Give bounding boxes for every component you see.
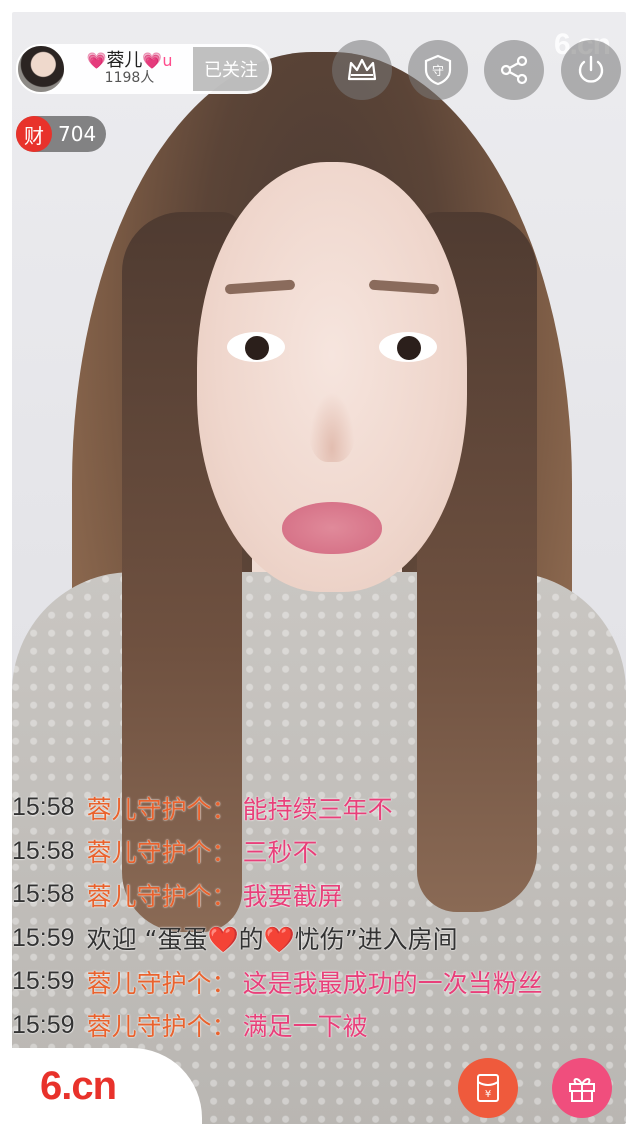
chat-username[interactable]: 蓉儿守护个 bbox=[87, 790, 212, 826]
host-avatar[interactable] bbox=[16, 44, 66, 94]
nose bbox=[309, 392, 355, 462]
heart-emoji: 💗 bbox=[86, 51, 107, 71]
right-eyebrow bbox=[368, 279, 440, 295]
guard-button[interactable]: 守 bbox=[408, 40, 468, 100]
host-info-pill[interactable]: 💗蓉儿💗u 1198人 已关注 bbox=[16, 44, 272, 94]
lips bbox=[282, 502, 382, 554]
chat-colon: ： bbox=[211, 794, 237, 824]
chat-message: 15:59 蓉儿守护个 ： 这是我最成功的一次当粉丝 bbox=[12, 960, 612, 1004]
chat-username[interactable]: 蓉儿守护个 bbox=[87, 964, 212, 1000]
chat-system-text: 欢迎 “蛋蛋❤️的❤️忧伤”进入房间 bbox=[86, 925, 458, 955]
crown-icon bbox=[347, 58, 377, 81]
host-name-suffix: 💗u bbox=[142, 51, 173, 71]
close-room-button[interactable] bbox=[561, 40, 621, 100]
red-packet-icon: ¥ bbox=[477, 1074, 499, 1102]
brand-logo: 6.cn bbox=[40, 1063, 117, 1108]
chat-text: 能持续三年不 bbox=[242, 794, 393, 824]
host-name: 💗蓉儿💗u bbox=[87, 51, 173, 71]
chat-time: 15:59 bbox=[12, 923, 75, 952]
chat-text: 我要截屏 bbox=[242, 881, 343, 911]
guard-shield-icon: 守 bbox=[424, 54, 452, 86]
right-eye bbox=[379, 332, 437, 362]
host-face bbox=[197, 162, 467, 592]
chat-username[interactable]: 蓉儿守护个 bbox=[87, 833, 212, 869]
chat-colon: ： bbox=[211, 881, 237, 911]
host-name-text: 蓉儿 bbox=[106, 50, 143, 72]
chat-time: 15:58 bbox=[12, 793, 75, 822]
host-fan-count: 1198人 bbox=[104, 70, 155, 87]
chat-message: 15:58 蓉儿守护个 ： 三秒不 bbox=[12, 830, 612, 874]
wealth-counter[interactable]: 财 704 bbox=[16, 116, 106, 152]
left-eyebrow bbox=[224, 279, 296, 295]
share-button[interactable] bbox=[484, 40, 544, 100]
red-packet-button[interactable]: ¥ bbox=[458, 1058, 518, 1118]
chat-system-message: 15:59 欢迎 “蛋蛋❤️的❤️忧伤”进入房间 bbox=[12, 917, 612, 961]
host-info: 💗蓉儿💗u 1198人 bbox=[66, 51, 193, 86]
chat-message: 15:59 蓉儿守护个 ： 满足一下被 bbox=[12, 1004, 612, 1048]
chat-colon: ： bbox=[211, 1012, 237, 1042]
share-icon bbox=[500, 55, 528, 85]
chat-colon: ： bbox=[211, 838, 237, 868]
follow-button[interactable]: 已关注 bbox=[193, 47, 269, 91]
power-icon bbox=[578, 55, 604, 83]
chat-time: 15:58 bbox=[12, 836, 75, 865]
crown-button[interactable] bbox=[332, 40, 392, 100]
wealth-badge: 财 bbox=[16, 116, 52, 152]
chat-time: 15:59 bbox=[12, 1010, 75, 1039]
chat-time: 15:58 bbox=[12, 880, 75, 909]
left-eye bbox=[227, 332, 285, 362]
gift-button[interactable] bbox=[552, 1058, 612, 1118]
red-packet-symbol: ¥ bbox=[485, 1089, 491, 1100]
chat-username[interactable]: 蓉儿守护个 bbox=[87, 877, 212, 913]
chat-text: 满足一下被 bbox=[242, 1012, 368, 1042]
chat-colon: ： bbox=[211, 968, 237, 998]
chat-list[interactable]: 15:58 蓉儿守护个 ： 能持续三年不 15:58 蓉儿守护个 ： 三秒不 1… bbox=[12, 786, 612, 1047]
chat-message: 15:58 蓉儿守护个 ： 能持续三年不 bbox=[12, 786, 612, 830]
wealth-count: 704 bbox=[58, 122, 97, 146]
gift-icon bbox=[569, 1078, 595, 1102]
chat-text: 三秒不 bbox=[242, 838, 318, 868]
chat-username[interactable]: 蓉儿守护个 bbox=[87, 1007, 212, 1043]
chat-text: 这是我最成功的一次当粉丝 bbox=[242, 968, 543, 998]
chat-message: 15:58 蓉儿守护个 ： 我要截屏 bbox=[12, 873, 612, 917]
chat-time: 15:59 bbox=[12, 967, 75, 996]
guard-label: 守 bbox=[432, 64, 444, 78]
